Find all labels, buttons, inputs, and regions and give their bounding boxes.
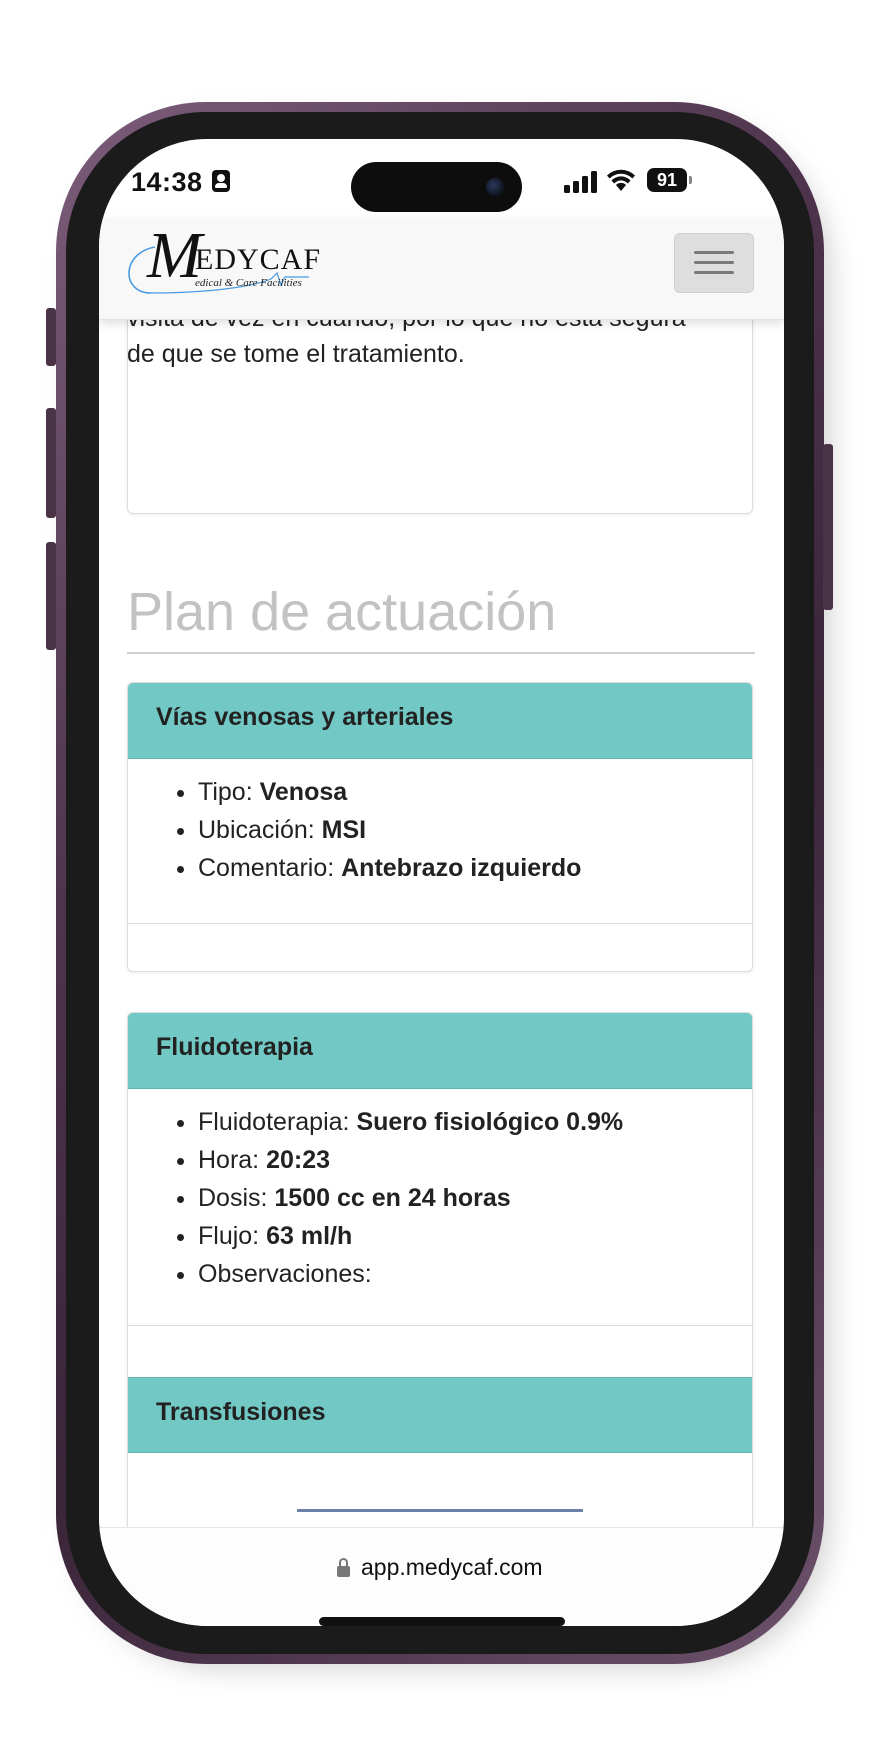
fluido-card-header: Fluidoterapia [128, 1013, 752, 1089]
item-value: 20:23 [266, 1146, 331, 1174]
vias-venosas-card: Vías venosas y arteriales Tipo: Venosa U… [127, 682, 753, 972]
battery-icon: 91 [647, 168, 687, 192]
url-text[interactable]: app.medycaf.com [361, 1554, 543, 1581]
item-value: Suero fisiológico 0.9% [356, 1108, 624, 1136]
hamburger-menu-button[interactable] [674, 233, 754, 293]
vias-card-footer [128, 923, 752, 971]
item-label: Ubicación: [198, 816, 322, 844]
vias-card-header: Vías venosas y arteriales [128, 683, 752, 759]
list-item: Observaciones: [198, 1255, 623, 1293]
item-label: Flujo: [198, 1222, 267, 1250]
medycaf-logo[interactable]: M EDYCAF edical & Care Facilities [121, 221, 322, 297]
section-divider [127, 652, 755, 654]
fluido-card-title: Fluidoterapia [156, 1033, 313, 1061]
wifi-icon [607, 169, 635, 191]
bottom-divider [297, 1509, 583, 1512]
list-item: Hora: 20:23 [198, 1141, 623, 1179]
dynamic-island [351, 162, 522, 212]
fluido-card-footer [128, 1325, 752, 1378]
logo-wordmark: EDYCAF [195, 243, 322, 276]
list-item: Ubicación: MSI [198, 811, 581, 849]
page-content: visita de vez en cuando, por lo que no e… [99, 139, 784, 1626]
list-item: Comentario: Antebrazo izquierdo [198, 849, 581, 887]
item-label: Tipo: [198, 778, 260, 806]
vias-card-title: Vías venosas y arteriales [156, 703, 454, 731]
vias-list: Tipo: Venosa Ubicación: MSI Comentario: … [168, 773, 581, 887]
item-value: 63 ml/h [266, 1222, 353, 1250]
list-item: Tipo: Venosa [198, 773, 581, 811]
hamburger-line-icon [694, 271, 734, 274]
item-value: Venosa [259, 778, 348, 806]
transfusiones-card-header: Transfusiones [128, 1377, 752, 1453]
browser-address-bar[interactable]: app.medycaf.com [99, 1527, 784, 1626]
item-label: Dosis: [198, 1184, 275, 1212]
power-button [823, 444, 833, 610]
status-bar: 14:38 91 [99, 139, 784, 219]
top-navbar: M EDYCAF edical & Care Facilities [99, 219, 784, 320]
logo-subtitle: edical & Care Facilities [195, 277, 302, 289]
volume-down-button [46, 542, 56, 650]
lock-icon [337, 1558, 350, 1577]
item-label: Hora: [198, 1146, 267, 1174]
item-value: Antebrazo izquierdo [341, 854, 582, 882]
logo-initial: M [147, 219, 202, 292]
home-indicator[interactable] [319, 1617, 565, 1626]
action-button [46, 308, 56, 366]
section-title: Plan de actuación [127, 582, 557, 642]
transfusiones-card-title: Transfusiones [156, 1398, 326, 1426]
item-label: Fluidoterapia: [198, 1108, 357, 1136]
hamburger-line-icon [694, 261, 734, 264]
item-label: Comentario: [198, 854, 342, 882]
battery-tip [689, 176, 692, 184]
fluidoterapia-card: Fluidoterapia Fluidoterapia: Suero fisio… [127, 1012, 753, 1532]
list-item: Fluidoterapia: Suero fisiológico 0.9% [198, 1103, 623, 1141]
list-item: Flujo: 63 ml/h [198, 1217, 623, 1255]
item-value: MSI [321, 816, 367, 844]
item-value: 1500 cc en 24 horas [274, 1184, 511, 1212]
fluido-list: Fluidoterapia: Suero fisiológico 0.9% Ho… [168, 1103, 623, 1293]
list-item: Dosis: 1500 cc en 24 horas [198, 1179, 623, 1217]
status-time: 14:38 [131, 167, 203, 197]
phone-screen: visita de vez en cuando, por lo que no e… [99, 139, 784, 1626]
signal-icon [564, 169, 598, 193]
volume-up-button [46, 408, 56, 518]
item-label: Observaciones: [198, 1260, 372, 1288]
camera-icon [486, 178, 504, 196]
hamburger-line-icon [694, 251, 734, 254]
contact-card-icon [212, 170, 230, 192]
